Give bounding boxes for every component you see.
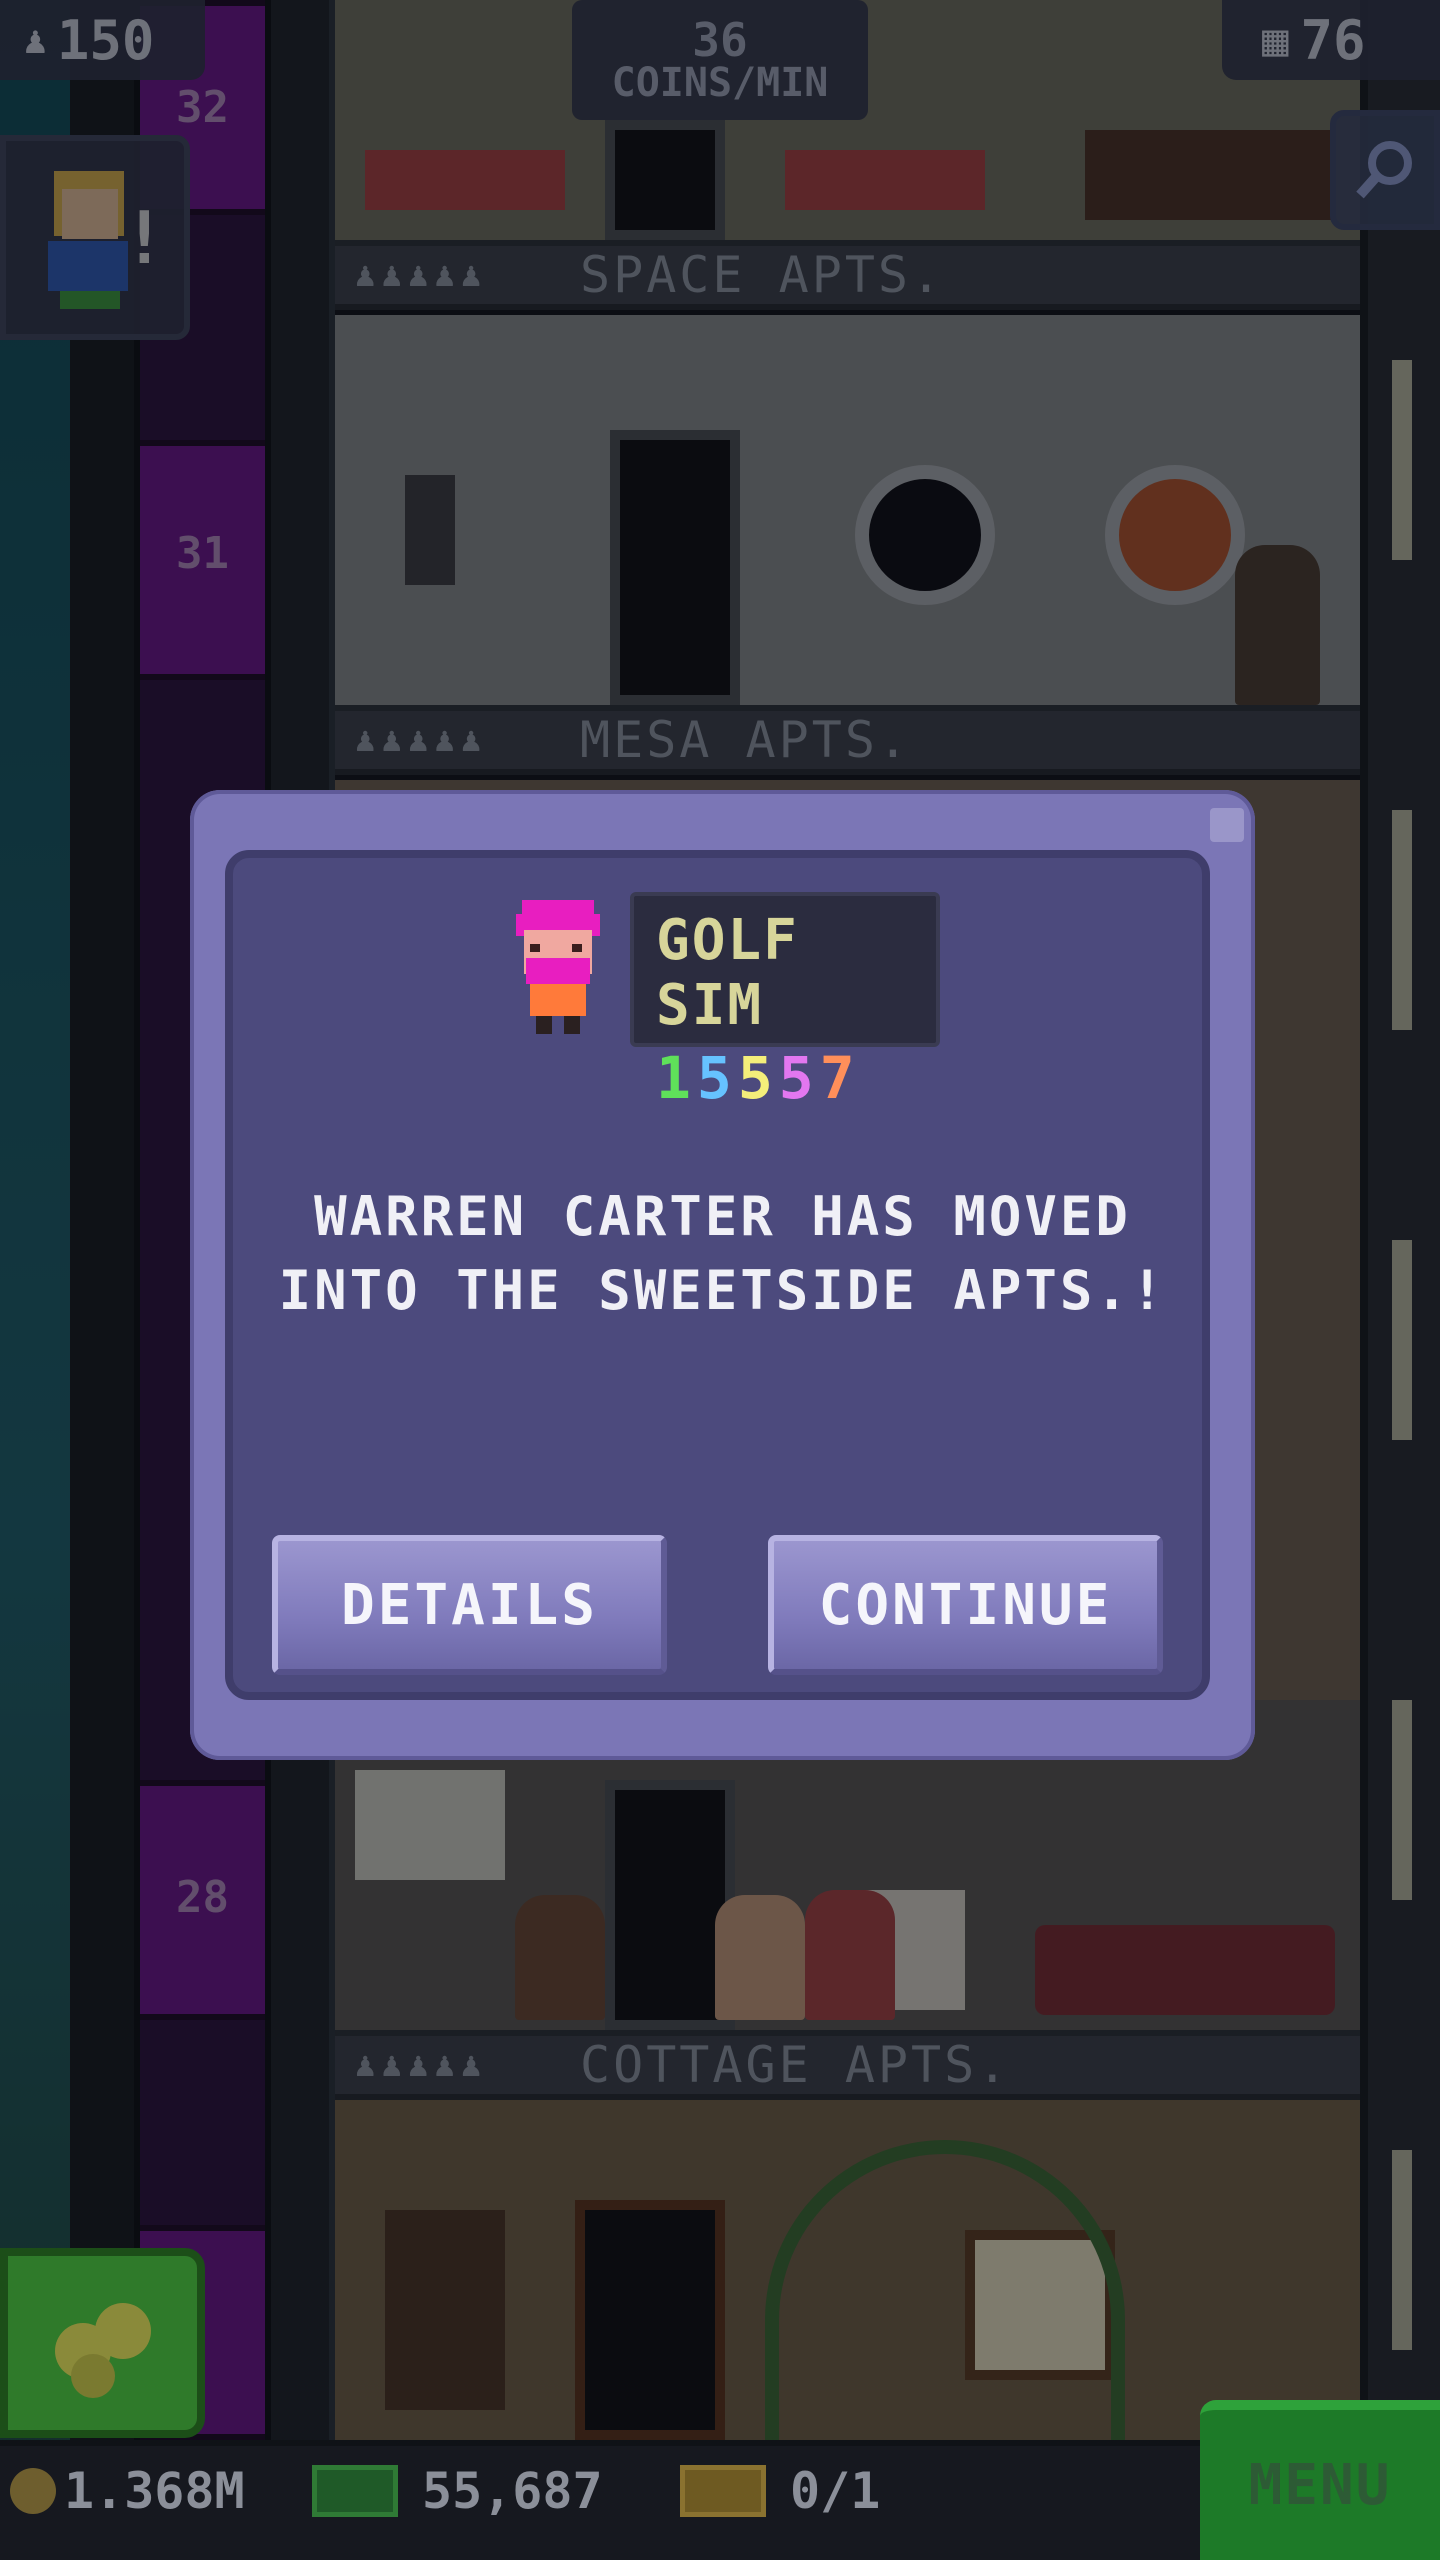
id-digit: 1 <box>656 1044 697 1112</box>
menu-button[interactable]: MENU <box>1200 2400 1440 2560</box>
ticket-count-value: 0/1 <box>790 2462 881 2520</box>
bitizen-job-tag: GOLF SIM 15557 <box>630 892 940 1112</box>
coin-balance-value: 1.368M <box>64 2462 245 2520</box>
details-button[interactable]: DETAILS <box>272 1535 667 1675</box>
ticket-counter[interactable]: 0/1 <box>680 2462 880 2520</box>
coins-icon <box>55 2303 151 2398</box>
move-in-message: WARREN CARTER HAS MOVED INTO THE SWEETSI… <box>230 1180 1215 1328</box>
bux-balance-value: 55,687 <box>422 2462 603 2520</box>
bux-balance[interactable]: 55,687 <box>312 2462 603 2520</box>
id-digit: 5 <box>696 1044 738 1112</box>
bitizen-id: 15557 <box>656 1044 936 1112</box>
job-title: GOLF SIM <box>656 908 799 1038</box>
message-line: WARREN CARTER HAS MOVED <box>314 1185 1131 1248</box>
ticket-icon <box>680 2465 766 2517</box>
coin-balance[interactable]: 1.368M <box>10 2462 245 2520</box>
id-digit: 5 <box>778 1044 820 1112</box>
id-digit: 7 <box>819 1044 861 1112</box>
continue-button[interactable]: CONTINUE <box>768 1535 1163 1675</box>
id-digit: 5 <box>737 1044 779 1112</box>
collect-coins-button[interactable] <box>0 2248 205 2438</box>
coin-icon <box>10 2468 56 2514</box>
bitizen-sprite-icon <box>516 900 600 1034</box>
bux-icon <box>312 2465 398 2517</box>
dialog-corner <box>1210 808 1244 842</box>
message-line: INTO THE SWEETSIDE APTS.! <box>278 1259 1167 1322</box>
